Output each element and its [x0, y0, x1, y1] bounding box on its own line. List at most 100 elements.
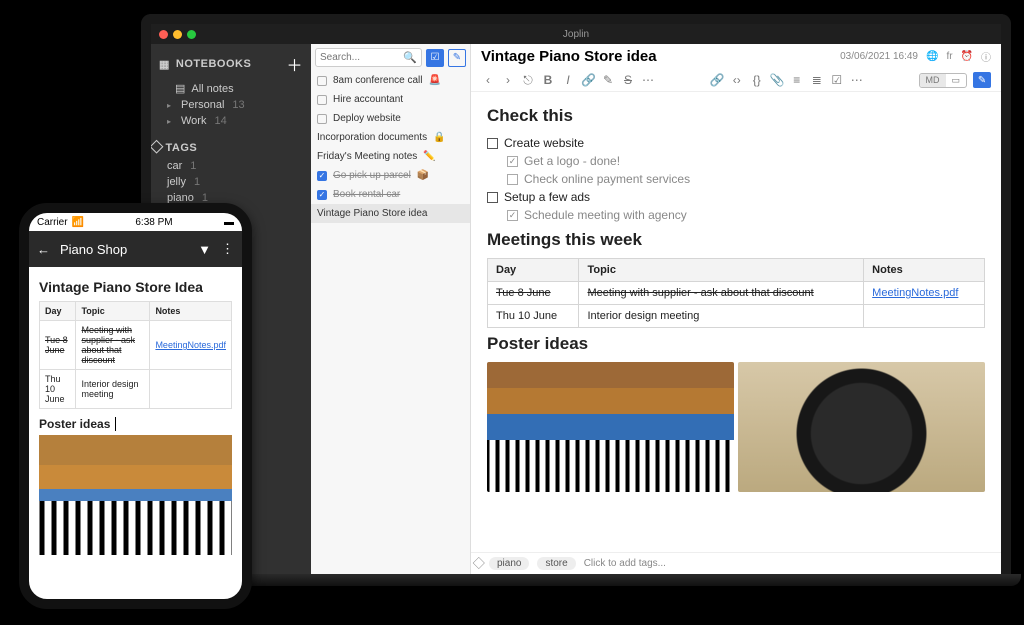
todo-checkbox[interactable]: [317, 76, 327, 86]
cell-notes: [864, 305, 985, 328]
add-notebook-button[interactable]: ＋: [286, 52, 303, 76]
code-block-icon[interactable]: ‹›: [730, 73, 744, 87]
cell-notes: MeetingNotes.pdf: [150, 321, 232, 370]
note-list-panel: 🔍 ☑ ✎ 8am conference call 🚨 Hire accounta…: [311, 44, 471, 574]
checklist-item[interactable]: Setup a few ads: [487, 188, 985, 206]
note-list-item[interactable]: Friday's Meeting notes ✏️: [311, 147, 470, 166]
toggle-editor-button[interactable]: ✎: [973, 72, 991, 88]
globe-icon[interactable]: 🌐: [926, 51, 938, 62]
mobile-device: Carrier 📶 6:38 PM ▬ ← Piano Shop ▼ ⋮ Vin…: [19, 203, 252, 609]
checklist-item[interactable]: Get a logo - done!: [487, 152, 985, 170]
note-list-item[interactable]: Hire accountant: [311, 90, 470, 109]
checklist-label: Get a logo - done!: [524, 154, 620, 168]
phone-poster-image: [39, 435, 232, 555]
note-list-item[interactable]: Deploy website: [311, 109, 470, 128]
close-icon[interactable]: [159, 30, 168, 39]
checklist-label: Create website: [504, 136, 584, 150]
phone-status-bar: Carrier 📶 6:38 PM ▬: [29, 213, 242, 231]
view-toggle[interactable]: MD ▭: [919, 73, 968, 88]
meetings-table: DayTopicNotes Tue 8 JuneMeeting with sup…: [487, 258, 985, 328]
checklist-icon[interactable]: ☑: [830, 73, 844, 87]
info-icon[interactable]: ⓘ: [981, 49, 991, 64]
brackets-icon[interactable]: {}: [750, 73, 764, 87]
alarm-icon[interactable]: ⏰: [961, 51, 973, 62]
note-item-label: Hire accountant: [333, 94, 403, 105]
new-todo-button[interactable]: ☑: [426, 49, 444, 67]
more-2-icon[interactable]: ⋯: [850, 73, 864, 87]
phone-note-title: Vintage Piano Store Idea: [39, 279, 232, 295]
bullet-list-icon[interactable]: ≡: [790, 73, 804, 87]
notebook-count: 13: [232, 99, 244, 111]
note-list-item[interactable]: ✓Go pick up parcel 📦: [311, 166, 470, 185]
sidebar-notebook-personal[interactable]: ▸ Personal 13: [151, 97, 311, 113]
editor-body[interactable]: Check this Create websiteGet a logo - do…: [471, 92, 1001, 552]
sidebar-notebook-work[interactable]: ▸ Work 14: [151, 113, 311, 129]
checkbox-icon[interactable]: [507, 156, 518, 167]
back-arrow-icon[interactable]: ←: [37, 242, 50, 257]
table-row: Tue 8 JuneMeeting with supplier - ask ab…: [488, 282, 985, 305]
checkbox-icon[interactable]: [487, 138, 498, 149]
new-note-button[interactable]: ✎: [448, 49, 466, 67]
code-icon[interactable]: ✎: [601, 73, 615, 87]
checklist-item[interactable]: Schedule meeting with agency: [487, 206, 985, 224]
checkbox-icon[interactable]: [487, 192, 498, 203]
note-list-item[interactable]: ✓ Book rental car: [311, 185, 470, 204]
external-link-icon[interactable]: ⎋: [521, 73, 535, 88]
note-list-item[interactable]: 8am conference call 🚨: [311, 71, 470, 90]
dropdown-icon[interactable]: ▼: [198, 242, 211, 257]
overflow-menu-icon[interactable]: ⋮: [221, 241, 234, 257]
checkbox-icon[interactable]: [507, 210, 518, 221]
cell-day: Thu 10 June: [40, 370, 76, 409]
all-notes-label: All notes: [191, 83, 233, 95]
heading-poster: Poster ideas: [487, 334, 985, 354]
cell-topic: Interior design meeting: [76, 370, 150, 409]
tag-chip[interactable]: store: [537, 557, 575, 570]
tag-chip[interactable]: piano: [489, 557, 529, 570]
notes-link[interactable]: MeetingNotes.pdf: [155, 340, 226, 350]
laptop-base: [131, 574, 1021, 586]
back-icon[interactable]: ‹: [481, 73, 495, 87]
todo-checkbox[interactable]: [317, 95, 327, 105]
window-titlebar: Joplin: [151, 24, 1001, 44]
note-list-item[interactable]: Vintage Piano Store idea: [311, 204, 470, 223]
tag-label: car: [167, 160, 182, 172]
italic-icon[interactable]: I: [561, 73, 575, 87]
checklist-item[interactable]: Create website: [487, 134, 985, 152]
heading-meetings: Meetings this week: [487, 230, 985, 250]
minimize-icon[interactable]: [173, 30, 182, 39]
todo-checkbox[interactable]: [317, 114, 327, 124]
notes-link[interactable]: MeetingNotes.pdf: [872, 287, 958, 299]
maximize-icon[interactable]: [187, 30, 196, 39]
notebook-count: 14: [214, 115, 226, 127]
richtext-toggle[interactable]: ▭: [946, 74, 967, 87]
editor-toolbar: ‹ › ⎋ B I 🔗 ✎ S ⋯ 🔗 ‹› {} 📎 ≡ ≣ ☑ ⋯: [471, 69, 1001, 92]
phone-note-body[interactable]: Vintage Piano Store Idea DayTopicNotes T…: [29, 267, 242, 599]
note-list-item[interactable]: Incorporation documents 🔒: [311, 128, 470, 147]
bold-icon[interactable]: B: [541, 73, 555, 87]
checklist-item[interactable]: Check online payment services: [487, 170, 985, 188]
attach-link-icon[interactable]: 🔗: [710, 73, 724, 87]
markdown-toggle[interactable]: MD: [920, 74, 946, 87]
sidebar-tag-jelly[interactable]: jelly 1: [151, 174, 311, 190]
more-icon[interactable]: ⋯: [641, 73, 655, 87]
forward-icon[interactable]: ›: [501, 73, 515, 87]
cell-day: Tue 8 June: [40, 321, 76, 370]
table-header: Day: [40, 302, 76, 321]
sidebar-tag-car[interactable]: car 1: [151, 158, 311, 174]
todo-checkbox[interactable]: ✓: [317, 190, 327, 200]
todo-checkbox[interactable]: ✓: [317, 171, 327, 181]
checkbox-icon[interactable]: [507, 174, 518, 185]
tag-label: jelly: [167, 176, 186, 188]
link-icon[interactable]: 🔗: [581, 73, 595, 87]
note-title[interactable]: Vintage Piano Store idea: [481, 48, 657, 65]
attachment-icon[interactable]: 📎: [770, 73, 784, 87]
search-field[interactable]: [320, 52, 403, 63]
traffic-lights: [159, 30, 196, 39]
strike-icon[interactable]: S: [621, 73, 635, 87]
number-list-icon[interactable]: ≣: [810, 73, 824, 87]
add-tags-placeholder[interactable]: Click to add tags...: [584, 558, 666, 569]
note-item-label: Vintage Piano Store idea: [317, 208, 427, 219]
search-input[interactable]: 🔍: [315, 48, 422, 67]
sidebar-all-notes[interactable]: ▤ All notes: [151, 80, 311, 97]
note-item-label: Book rental car: [333, 189, 400, 200]
